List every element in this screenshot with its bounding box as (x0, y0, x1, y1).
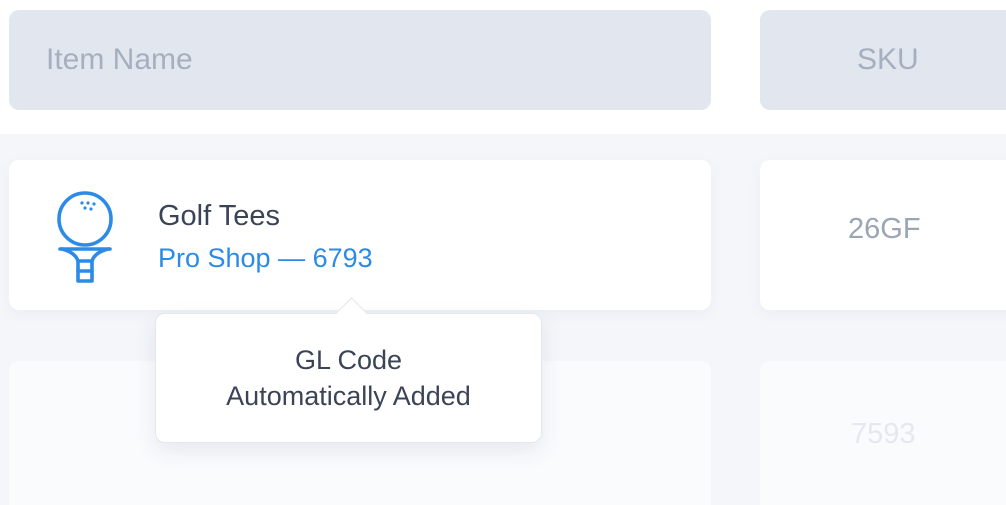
item-sku: 26GF (848, 213, 921, 245)
tooltip-title: GL Code (294, 345, 403, 375)
tooltip-message: Automatically Added (226, 381, 471, 411)
column-header-sku[interactable]: SKU (760, 10, 1006, 110)
column-header-label: SKU (857, 43, 919, 76)
column-header-label: Item Name (46, 43, 193, 76)
item-name: Golf Tees (158, 200, 280, 232)
item-gl-code[interactable]: Pro Shop — 6793 (158, 243, 373, 274)
gl-code-tooltip: GL Code Automatically Added (155, 313, 542, 443)
column-header-item-name[interactable]: Item Name (9, 10, 711, 110)
golf-ball-on-tee-icon (57, 191, 113, 283)
item-sku: 7593 (851, 418, 916, 450)
